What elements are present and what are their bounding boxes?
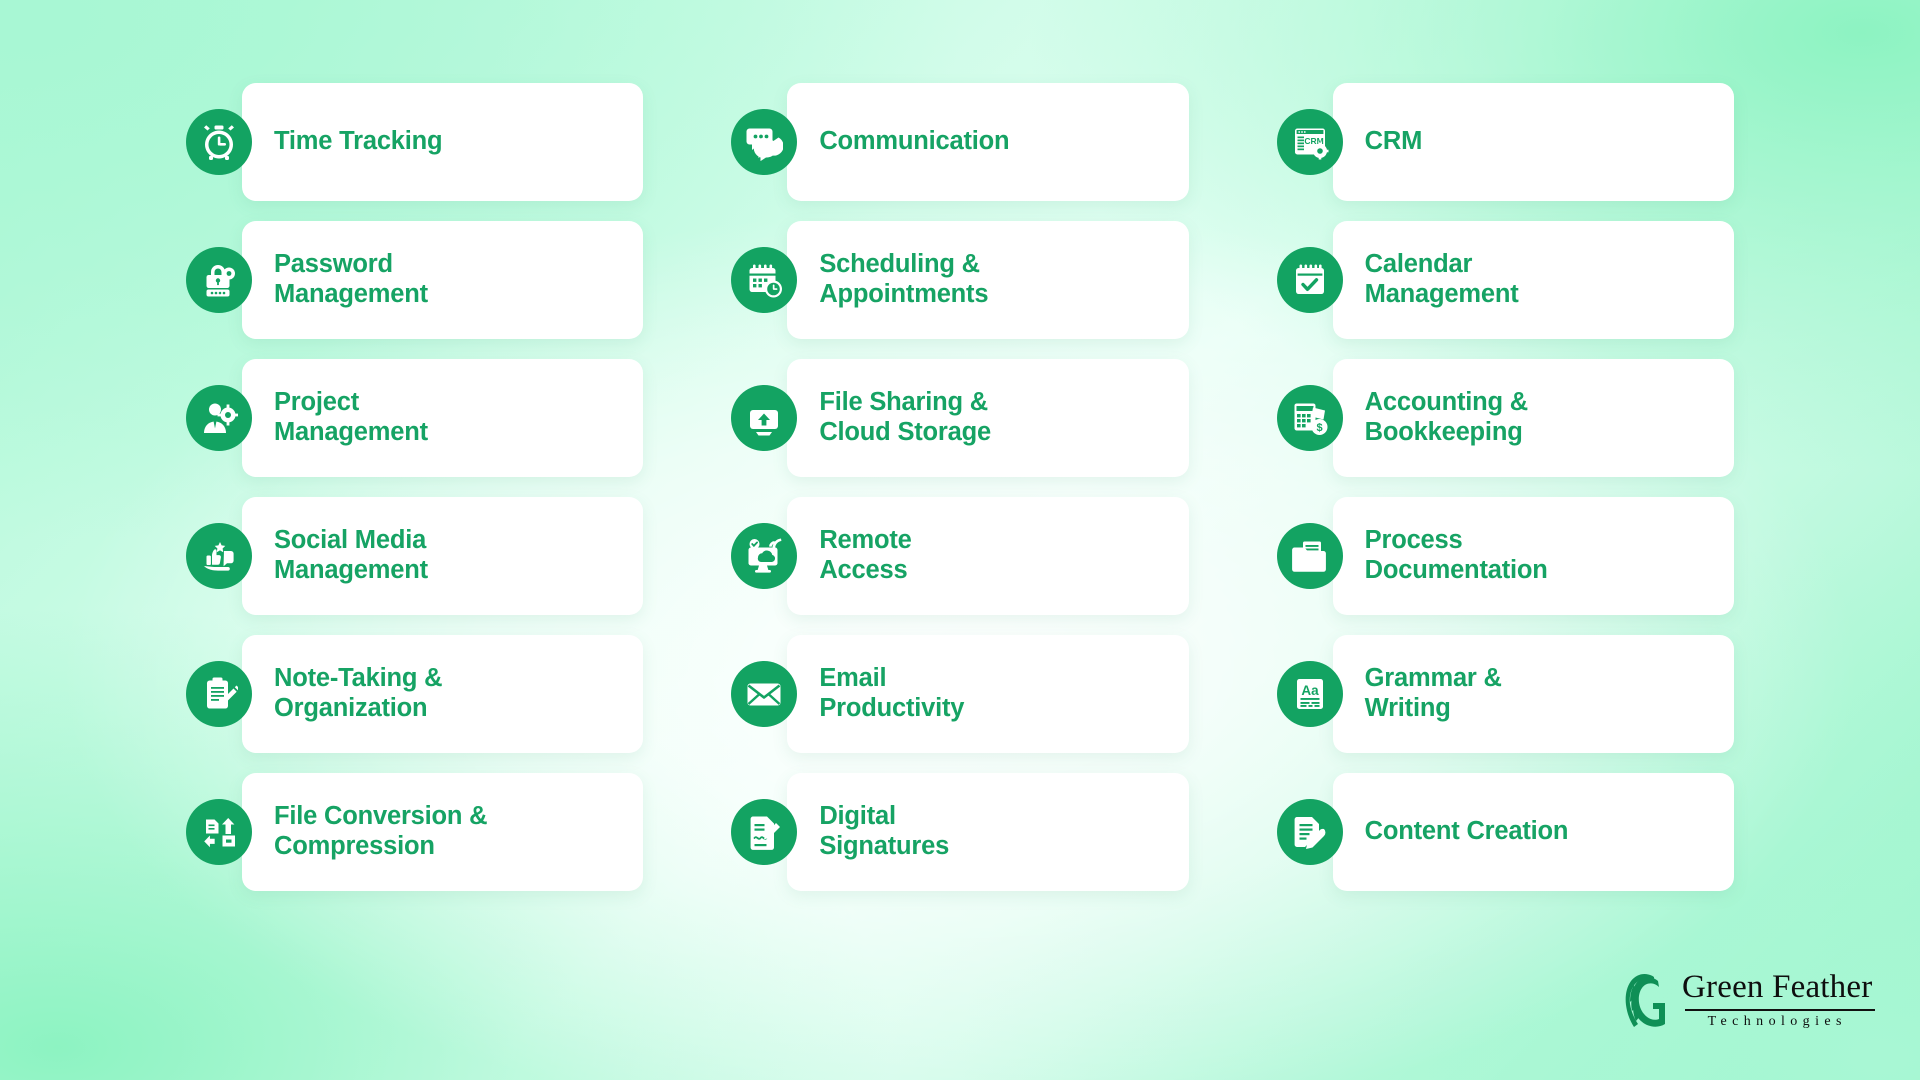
- feature-card-accounting[interactable]: $ Accounting & Bookkeeping: [1276, 359, 1734, 477]
- padlock-gear-icon: [186, 247, 252, 313]
- feature-card-label: Calendar Management: [1364, 250, 1519, 308]
- feature-card-label: File Sharing & Cloud Storage: [819, 388, 991, 446]
- feature-card-label: Scheduling & Appointments: [819, 250, 989, 308]
- feature-card-grammar-writing[interactable]: Aa Grammar & Writing: [1276, 635, 1734, 753]
- feature-card-content-creation[interactable]: Content Creation: [1276, 773, 1734, 891]
- feature-card-label: Note-Taking & Organization: [274, 664, 443, 722]
- feature-card-grid: Time Tracking Communication CRM CRM Pass…: [186, 83, 1734, 891]
- feature-card-label: Grammar & Writing: [1364, 664, 1502, 722]
- feature-card-digital-signatures[interactable]: Digital Signatures: [731, 773, 1189, 891]
- monitor-cloud-icon: [731, 523, 798, 589]
- brand-logo: Green Feather Technologies: [1610, 963, 1876, 1037]
- calendar-check-icon: [1276, 247, 1343, 313]
- feature-card-label: File Conversion & Compression: [274, 802, 488, 860]
- chat-bubbles-icon: [731, 109, 798, 175]
- feature-card-time-tracking[interactable]: Time Tracking: [186, 83, 644, 201]
- calendar-clock-icon: [731, 247, 798, 313]
- svg-text:Aa: Aa: [1301, 683, 1319, 698]
- feature-card-file-conversion[interactable]: File Conversion & Compression: [186, 773, 644, 891]
- feature-card-label: Time Tracking: [274, 127, 443, 156]
- document-pen-icon: [1276, 799, 1343, 865]
- aa-document-icon: Aa: [1276, 661, 1343, 727]
- feature-card-label: Process Documentation: [1364, 526, 1548, 584]
- feature-card-crm[interactable]: CRM CRM: [1276, 83, 1734, 201]
- feature-card-label: Digital Signatures: [819, 802, 950, 860]
- logo-divider: [1685, 1009, 1876, 1011]
- feature-card-email-productivity[interactable]: Email Productivity: [731, 635, 1189, 753]
- feature-card-project-management[interactable]: Project Management: [186, 359, 644, 477]
- alarm-clock-icon: [186, 109, 252, 175]
- feature-card-label: Password Management: [274, 250, 428, 308]
- signature-document-icon: [731, 799, 798, 865]
- logo-text-block: Green Feather Technologies: [1682, 969, 1876, 1029]
- feature-card-remote-access[interactable]: Remote Access: [731, 497, 1189, 615]
- envelope-icon: [731, 661, 798, 727]
- feature-card-calendar-management[interactable]: Calendar Management: [1276, 221, 1734, 339]
- logo-name: Green Feather: [1682, 969, 1873, 1005]
- feature-card-password-management[interactable]: Password Management: [186, 221, 644, 339]
- feature-card-file-sharing[interactable]: File Sharing & Cloud Storage: [731, 359, 1189, 477]
- logo-subtitle: Technologies: [1707, 1014, 1847, 1029]
- clipboard-pencil-icon: [186, 661, 252, 727]
- hand-thumbs-up-icon: [186, 523, 252, 589]
- feature-card-label: Project Management: [274, 388, 428, 446]
- folder-document-icon: [1276, 523, 1343, 589]
- feature-card-label: Content Creation: [1364, 817, 1569, 846]
- feature-card-scheduling[interactable]: Scheduling & Appointments: [731, 221, 1189, 339]
- crm-window-gear-icon: CRM: [1276, 109, 1343, 175]
- feature-card-social-media-management[interactable]: Social Media Management: [186, 497, 644, 615]
- ledger-money-icon: $: [1276, 385, 1343, 451]
- feature-card-process-documentation[interactable]: Process Documentation: [1276, 497, 1734, 615]
- feather-g-monogram-icon: [1625, 973, 1665, 1027]
- file-convert-icon: [186, 799, 252, 865]
- feature-card-label: Email Productivity: [819, 664, 965, 722]
- feature-card-label: Communication: [819, 127, 1010, 156]
- feature-card-label: Remote Access: [819, 526, 912, 584]
- feature-card-communication[interactable]: Communication: [731, 83, 1189, 201]
- feature-card-label: CRM: [1364, 127, 1423, 156]
- person-gear-icon: [186, 385, 252, 451]
- feature-card-note-taking[interactable]: Note-Taking & Organization: [186, 635, 644, 753]
- upload-cloud-icon: [731, 385, 798, 451]
- feature-card-label: Social Media Management: [274, 526, 428, 584]
- svg-text:$: $: [1316, 422, 1322, 434]
- feature-card-label: Accounting & Bookkeeping: [1364, 388, 1529, 446]
